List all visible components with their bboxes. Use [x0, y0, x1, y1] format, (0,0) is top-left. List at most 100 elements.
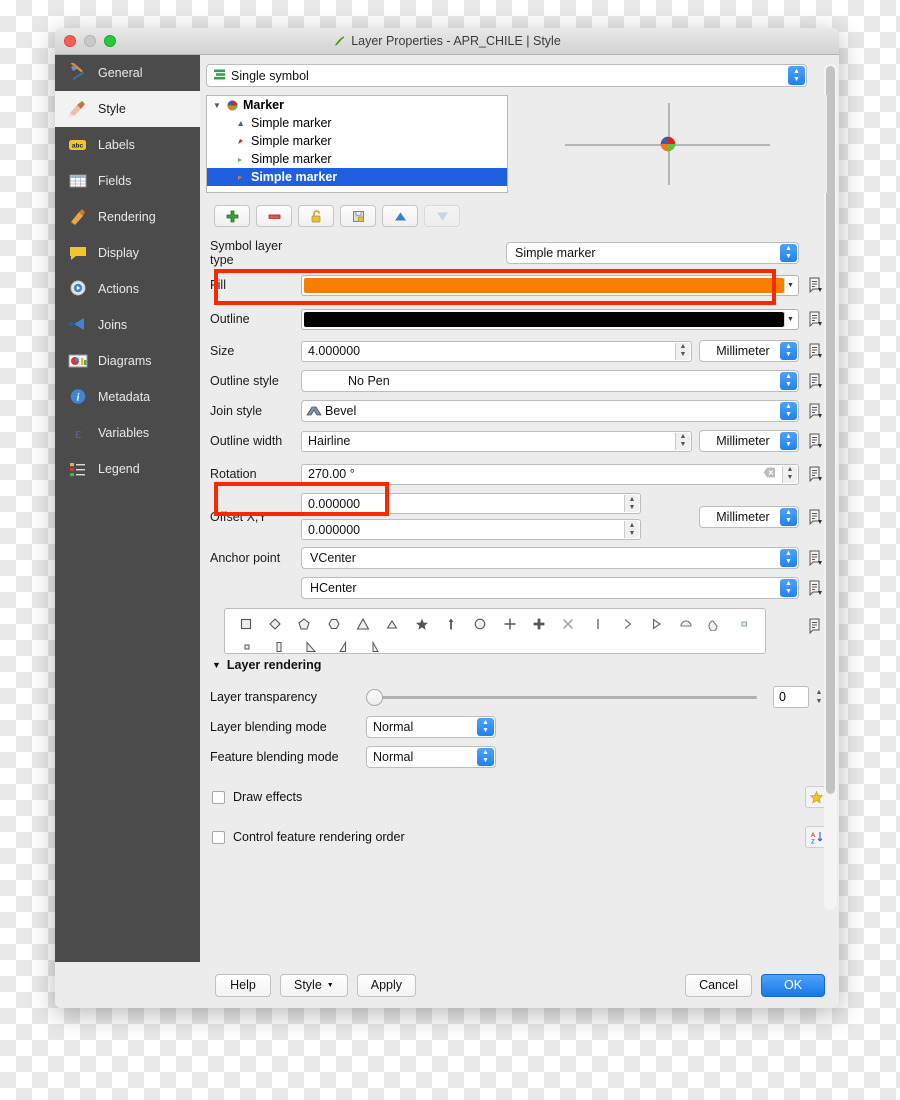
- feature-blending-stepper-icon[interactable]: ▲ ▼: [477, 748, 494, 766]
- sidebar-item-metadata[interactable]: i Metadata: [55, 379, 200, 415]
- layer-blending-stepper-icon[interactable]: ▲ ▼: [477, 718, 494, 736]
- shape-x-cross[interactable]: [554, 613, 583, 634]
- layer-transparency-slider[interactable]: [366, 688, 757, 706]
- shape-star[interactable]: [407, 613, 436, 634]
- offset-data-defined-button[interactable]: [799, 509, 827, 525]
- outline-width-data-defined-button[interactable]: [799, 433, 827, 449]
- remove-symbol-layer-button[interactable]: [256, 205, 292, 227]
- outline-style-data-defined-button[interactable]: [799, 373, 827, 389]
- outline-width-unit-combo[interactable]: Millimeter ▲ ▼: [699, 430, 799, 452]
- sidebar-item-fields[interactable]: Fields: [55, 163, 200, 199]
- shape-small-square[interactable]: [231, 636, 263, 653]
- tree-item-simple-marker-2[interactable]: Simple marker: [207, 132, 507, 150]
- shape-hexagon[interactable]: [319, 613, 348, 634]
- layer-blending-mode-combo[interactable]: Normal ▲ ▼: [366, 716, 496, 738]
- sidebar-item-actions[interactable]: Actions: [55, 271, 200, 307]
- shape-equilateral-triangle[interactable]: [378, 613, 407, 634]
- symbol-layer-type-combo[interactable]: Simple marker ▲ ▼: [506, 242, 799, 264]
- anchor-h-data-defined-button[interactable]: [799, 580, 827, 596]
- outline-color-swatch[interactable]: [304, 311, 784, 327]
- shape-quarter-square[interactable]: [730, 613, 759, 634]
- layer-rendering-header[interactable]: ▼ Layer rendering: [206, 658, 827, 672]
- cancel-button[interactable]: Cancel: [685, 973, 752, 997]
- join-style-data-defined-button[interactable]: [799, 403, 827, 419]
- chevron-down-icon[interactable]: ▼: [212, 660, 221, 670]
- anchor-v-stepper-icon[interactable]: ▲ ▼: [780, 549, 797, 567]
- tree-item-simple-marker-4[interactable]: Simple marker: [207, 168, 507, 186]
- size-unit-stepper-icon[interactable]: ▲ ▼: [780, 342, 797, 360]
- duplicate-layer-button[interactable]: [340, 205, 376, 227]
- feature-blending-mode-combo[interactable]: Normal ▲ ▼: [366, 746, 496, 768]
- fill-dropdown-arrow-icon[interactable]: ▼: [784, 277, 796, 293]
- shape-right-triangle[interactable]: [642, 613, 671, 634]
- anchor-h-stepper-icon[interactable]: ▲ ▼: [780, 579, 797, 597]
- chevron-down-icon[interactable]: ▼: [213, 101, 222, 110]
- fill-data-defined-button[interactable]: [799, 277, 827, 293]
- size-unit-combo[interactable]: Millimeter ▲ ▼: [699, 340, 799, 362]
- join-style-stepper-icon[interactable]: ▲ ▼: [780, 402, 797, 420]
- symbol-layer-tree[interactable]: ▼ Marker Simple marker Simple marker Sim…: [206, 95, 508, 193]
- marker-shape-palette[interactable]: [224, 608, 766, 654]
- sidebar-item-display[interactable]: Display: [55, 235, 200, 271]
- size-data-defined-button[interactable]: [799, 343, 827, 359]
- offset-y-stepper-icon[interactable]: ▲ ▼: [624, 521, 639, 538]
- control-rendering-order-checkbox[interactable]: [212, 830, 225, 844]
- close-window-button[interactable]: [64, 35, 76, 47]
- shape-circle[interactable]: [466, 613, 495, 634]
- join-style-combo[interactable]: Bevel ▲ ▼: [301, 400, 799, 422]
- move-up-button[interactable]: [382, 205, 418, 227]
- outline-color-button[interactable]: ▼: [301, 308, 799, 330]
- shape-right-angle-triangle[interactable]: [295, 636, 327, 653]
- rotation-stepper-icon[interactable]: ▲ ▼: [782, 465, 797, 483]
- offset-y-input[interactable]: 0.000000 ▲ ▼: [301, 519, 641, 540]
- window-controls[interactable]: [55, 35, 116, 47]
- maximize-window-button[interactable]: [104, 35, 116, 47]
- offset-unit-stepper-icon[interactable]: ▲ ▼: [780, 507, 797, 526]
- outline-style-combo[interactable]: No Pen ▲ ▼: [301, 370, 799, 392]
- shape-diamond[interactable]: [260, 613, 289, 634]
- symbol-layer-type-stepper-icon[interactable]: ▲ ▼: [780, 244, 797, 262]
- renderer-type-combo[interactable]: Single symbol ▲ ▼: [206, 64, 807, 87]
- shape-data-defined-button[interactable]: [806, 604, 827, 639]
- sidebar-item-general[interactable]: General: [55, 55, 200, 91]
- shape-cross[interactable]: [495, 613, 524, 634]
- fill-color-swatch[interactable]: [304, 277, 784, 293]
- offset-x-stepper-icon[interactable]: ▲ ▼: [624, 495, 639, 512]
- lock-layer-button[interactable]: [298, 205, 334, 227]
- shape-right-half-triangle[interactable]: [612, 613, 641, 634]
- draw-effects-checkbox[interactable]: [212, 790, 225, 804]
- add-symbol-layer-button[interactable]: [214, 205, 250, 227]
- anchor-point-horizontal-combo[interactable]: HCenter ▲ ▼: [301, 577, 799, 599]
- anchor-v-data-defined-button[interactable]: [799, 550, 827, 566]
- tree-item-simple-marker-3[interactable]: Simple marker: [207, 150, 507, 168]
- rotation-input[interactable]: 270.00 ° ▲ ▼: [301, 463, 799, 485]
- help-button[interactable]: Help: [215, 973, 271, 997]
- move-down-button[interactable]: [424, 205, 460, 227]
- rotation-data-defined-button[interactable]: [799, 466, 827, 482]
- renderer-stepper-icon[interactable]: ▲ ▼: [788, 66, 805, 85]
- shape-square[interactable]: [231, 613, 260, 634]
- sidebar-item-rendering[interactable]: Rendering: [55, 199, 200, 235]
- outline-width-unit-stepper-icon[interactable]: ▲ ▼: [780, 432, 797, 450]
- shape-arrow[interactable]: [436, 613, 465, 634]
- sidebar-item-legend[interactable]: Legend: [55, 451, 200, 487]
- outline-dropdown-arrow-icon[interactable]: ▼: [784, 311, 796, 327]
- sidebar-item-style[interactable]: Style: [55, 91, 200, 127]
- ok-button[interactable]: OK: [761, 973, 825, 997]
- tree-root-marker[interactable]: ▼ Marker: [207, 96, 507, 114]
- outline-data-defined-button[interactable]: [799, 311, 827, 327]
- shape-line[interactable]: [583, 613, 612, 634]
- clear-icon[interactable]: [763, 467, 776, 481]
- slider-knob[interactable]: [366, 688, 383, 706]
- tree-item-simple-marker-1[interactable]: Simple marker: [207, 114, 507, 132]
- size-stepper-icon[interactable]: ▲ ▼: [675, 342, 690, 360]
- shape-thin-rectangle[interactable]: [263, 636, 295, 653]
- outline-style-stepper-icon[interactable]: ▲ ▼: [780, 372, 797, 390]
- style-menu-button[interactable]: Style ▼: [280, 973, 348, 997]
- sidebar-item-joins[interactable]: Joins: [55, 307, 200, 343]
- outline-width-input[interactable]: Hairline ▲ ▼: [301, 430, 692, 452]
- layer-transparency-input[interactable]: 0: [773, 686, 809, 708]
- shape-diagonal-half[interactable]: [327, 636, 359, 653]
- shape-cross-fill[interactable]: [524, 613, 553, 634]
- shape-triangle[interactable]: [348, 613, 377, 634]
